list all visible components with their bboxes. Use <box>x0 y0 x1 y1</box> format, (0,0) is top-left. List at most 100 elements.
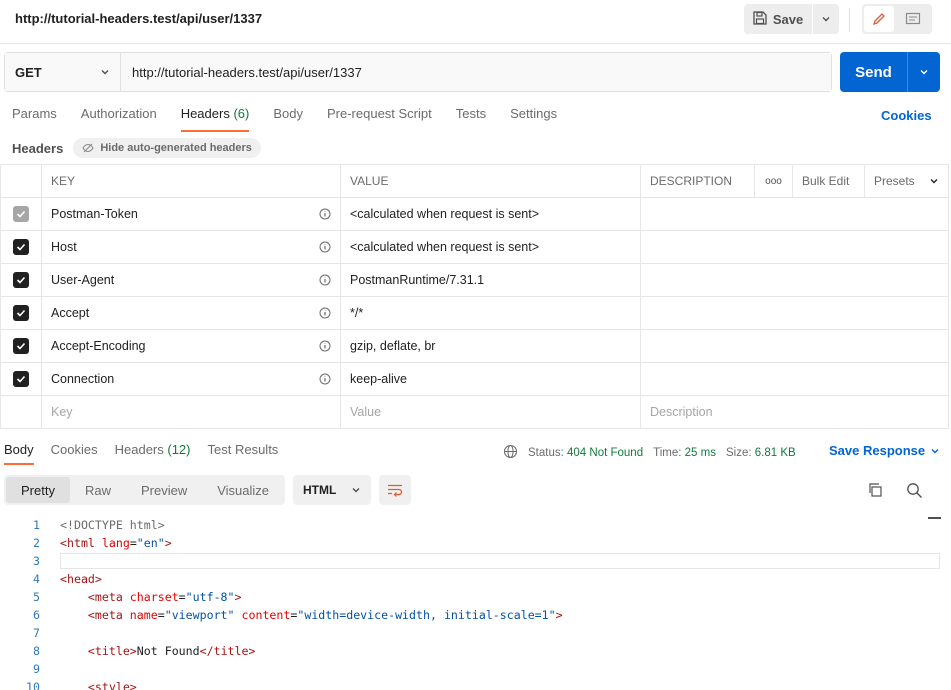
wrap-lines-button[interactable] <box>379 475 411 505</box>
hide-auto-headers-button[interactable]: Hide auto-generated headers <box>73 138 261 158</box>
tab-settings[interactable]: Settings <box>510 106 557 132</box>
chevron-down-icon <box>821 14 831 24</box>
table-row: Accept */* <box>1 297 949 330</box>
status-label: Status: <box>528 447 564 459</box>
format-preview[interactable]: Preview <box>126 477 202 503</box>
info-icon[interactable] <box>319 208 331 220</box>
headers-section-bar: Headers Hide auto-generated headers <box>12 138 261 158</box>
tab-pre-request-script[interactable]: Pre-request Script <box>327 106 432 132</box>
description-cell[interactable] <box>641 297 949 330</box>
row-checkbox[interactable] <box>13 371 29 387</box>
tab-headers[interactable]: Headers (6) <box>181 106 250 132</box>
code-line: 2 <html lang="en"> <box>0 534 951 552</box>
save-response-button[interactable]: Save Response <box>829 443 940 458</box>
bulk-edit-button[interactable]: Bulk Edit <box>793 165 865 198</box>
code-line: 6 <meta name="viewport" content="width=d… <box>0 606 951 624</box>
description-cell[interactable] <box>641 231 949 264</box>
key-cell[interactable]: Postman-Token <box>42 198 341 231</box>
globe-icon[interactable] <box>503 444 518 462</box>
code-line: 3 <box>0 552 951 570</box>
row-checkbox[interactable] <box>13 239 29 255</box>
chevron-down-icon <box>100 67 110 77</box>
format-raw[interactable]: Raw <box>70 477 126 503</box>
save-options-button[interactable] <box>813 4 839 34</box>
info-icon[interactable] <box>319 373 331 385</box>
current-line-highlight <box>60 553 940 569</box>
value-cell[interactable]: <calculated when request is sent> <box>341 231 641 264</box>
time-info[interactable]: Time: 25 ms <box>653 447 716 459</box>
value-cell[interactable]: PostmanRuntime/7.31.1 <box>341 264 641 297</box>
row-checkbox[interactable] <box>13 206 29 222</box>
save-response-label: Save Response <box>829 443 925 458</box>
send-group: Send <box>840 52 940 92</box>
view-mode-toggle <box>862 4 932 34</box>
column-options-button[interactable]: ooo <box>755 165 793 198</box>
info-icon[interactable] <box>319 340 331 352</box>
editor-scrollbar[interactable] <box>928 517 941 519</box>
response-tab-body[interactable]: Body <box>4 442 34 465</box>
new-description-input[interactable]: Description <box>641 396 949 429</box>
key-cell[interactable]: Accept <box>42 297 341 330</box>
tab-body[interactable]: Body <box>273 106 303 132</box>
description-cell[interactable] <box>641 330 949 363</box>
table-row: Postman-Token <calculated when request i… <box>1 198 949 231</box>
value-cell[interactable]: gzip, deflate, br <box>341 330 641 363</box>
tab-tests[interactable]: Tests <box>456 106 486 132</box>
save-button[interactable]: Save <box>744 4 812 34</box>
info-icon[interactable] <box>319 307 331 319</box>
key-cell[interactable]: Accept-Encoding <box>42 330 341 363</box>
key-cell[interactable]: User-Agent <box>42 264 341 297</box>
check-icon <box>16 209 26 219</box>
response-tab-cookies[interactable]: Cookies <box>51 442 98 465</box>
row-checkbox[interactable] <box>13 305 29 321</box>
response-tab-headers[interactable]: Headers (12) <box>115 442 191 465</box>
table-row: Accept-Encoding gzip, deflate, br <box>1 330 949 363</box>
description-cell[interactable] <box>641 363 949 396</box>
tab-authorization[interactable]: Authorization <box>81 106 157 132</box>
value-cell[interactable]: keep-alive <box>341 363 641 396</box>
tab-label: Headers <box>181 106 230 121</box>
row-checkbox[interactable] <box>13 272 29 288</box>
request-title[interactable]: http://tutorial-headers.test/api/user/13… <box>15 11 262 26</box>
checkbox-column-header <box>1 165 42 198</box>
description-cell[interactable] <box>641 198 949 231</box>
row-checkbox[interactable] <box>13 338 29 354</box>
search-icon[interactable] <box>906 482 923 502</box>
top-bar: http://tutorial-headers.test/api/user/13… <box>0 0 951 44</box>
info-icon[interactable] <box>319 241 331 253</box>
status-info[interactable]: Status: 404 Not Found <box>528 447 643 459</box>
tab-label: Test Results <box>208 442 279 457</box>
new-value-input[interactable]: Value <box>341 396 641 429</box>
copy-icon[interactable] <box>867 482 883 501</box>
language-select[interactable]: HTML <box>293 475 371 505</box>
new-key-input[interactable]: Key <box>42 396 341 429</box>
tab-label: Settings <box>510 106 557 121</box>
send-options-button[interactable] <box>907 52 940 92</box>
check-icon <box>16 242 26 252</box>
checkbox-cell <box>1 330 42 363</box>
send-button[interactable]: Send <box>840 52 907 92</box>
method-select[interactable]: GET <box>5 53 121 91</box>
presets-dropdown[interactable]: Presets <box>865 165 949 198</box>
format-visualize[interactable]: Visualize <box>202 477 284 503</box>
key-cell[interactable]: Connection <box>42 363 341 396</box>
value-cell[interactable]: */* <box>341 297 641 330</box>
edit-mode-button[interactable] <box>864 6 894 32</box>
url-bar: GET <box>4 52 832 92</box>
size-value: 6.81 KB <box>755 447 796 459</box>
cookies-link[interactable]: Cookies <box>881 108 932 123</box>
header-key: Postman-Token <box>51 207 138 221</box>
key-cell[interactable]: Host <box>42 231 341 264</box>
format-pretty[interactable]: Pretty <box>6 477 70 503</box>
info-icon[interactable] <box>319 274 331 286</box>
size-info[interactable]: Size: 6.81 KB <box>726 447 796 459</box>
code-line: 7 <box>0 624 951 642</box>
url-input[interactable] <box>121 53 831 91</box>
response-tab-test-results[interactable]: Test Results <box>208 442 279 465</box>
line-number: 5 <box>0 590 40 604</box>
value-cell[interactable]: <calculated when request is sent> <box>341 198 641 231</box>
response-body-editor[interactable]: 1 <!DOCTYPE html> 2 <html lang="en"> 3 4… <box>0 516 951 690</box>
comments-mode-button[interactable] <box>898 6 928 32</box>
tab-params[interactable]: Params <box>12 106 57 132</box>
description-cell[interactable] <box>641 264 949 297</box>
